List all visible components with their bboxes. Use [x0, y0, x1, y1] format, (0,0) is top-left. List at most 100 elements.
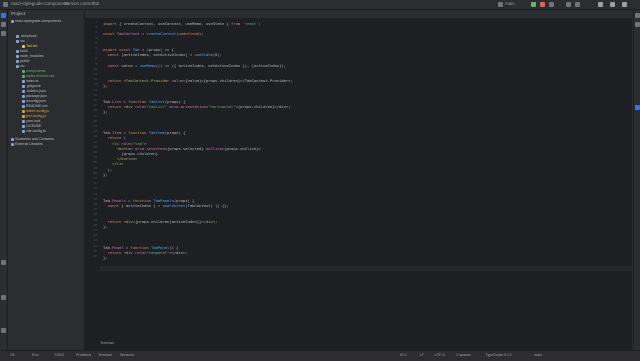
structure-tool-icon[interactable] [1, 31, 6, 36]
tree-item[interactable]: vite.config.ts [22, 129, 46, 134]
status-tool-5[interactable]: Services [120, 353, 134, 357]
file-icon [22, 99, 25, 103]
status-widget-2[interactable]: UTF-8 [434, 353, 444, 357]
status-tool-4[interactable]: Terminal [98, 353, 112, 357]
ai-assistant-icon[interactable] [635, 105, 640, 110]
line-number: 1 [95, 20, 97, 24]
code-line[interactable]: const value = useMemo(() => ({ activeInd… [103, 63, 286, 68]
terminal-tool-icon[interactable] [1, 328, 6, 333]
line-number: 38 [93, 212, 97, 217]
file-icon [16, 64, 19, 68]
file-icon [22, 79, 25, 83]
more-icon[interactable] [549, 2, 554, 7]
status-widget-0[interactable]: 62:1 [400, 353, 407, 357]
line-number: 17 [93, 103, 97, 108]
status-widget-3[interactable]: 2 spaces [456, 353, 470, 357]
code-line[interactable]: }; [103, 109, 108, 114]
line-number: 34 [93, 191, 97, 196]
run-icon[interactable] [531, 2, 536, 7]
file-icon [22, 114, 25, 118]
line-number: 27 [93, 155, 97, 160]
line-number: 41 [93, 228, 97, 232]
close-icon[interactable] [622, 2, 627, 7]
line-number: 14 [93, 87, 97, 92]
code-line[interactable]: const [activeIndex, setActiveIndex] = us… [103, 52, 222, 57]
code-line[interactable]: return <TabContext.Provider value={value… [103, 78, 293, 83]
bookmarks-tool-icon[interactable] [1, 260, 6, 265]
notifications-icon[interactable] [635, 13, 640, 18]
file-icon [16, 59, 19, 63]
line-number: 42 [93, 233, 97, 238]
status-widget-4[interactable]: TypeScript 5.2.2 [486, 353, 512, 357]
code-line[interactable]: }; [103, 83, 108, 88]
maximize-icon[interactable] [610, 2, 615, 7]
code-line[interactable]: return <div role="tabpanel"></div>; [103, 250, 188, 255]
line-number: 16 [93, 98, 97, 102]
search-icon[interactable] [566, 2, 571, 7]
project-tool-icon[interactable] [1, 13, 6, 18]
code-line[interactable]: const { activeIndex } = useContext(TabCo… [103, 203, 229, 208]
status-widget-1[interactable]: LF [420, 353, 424, 357]
file-icon [22, 119, 25, 123]
right-tool-strip [633, 10, 640, 350]
status-bar: Git Run TODO Problems Terminal Services 62:1 LF… [0, 350, 640, 361]
code-content[interactable]: import { createContext, useContext, useM… [103, 19, 623, 350]
vcs-widget[interactable]: Version control [64, 1, 94, 6]
tree-root[interactable]: react-styleguide-components [11, 19, 61, 24]
line-number: 25 [93, 144, 97, 149]
menu-icon[interactable] [3, 2, 8, 7]
status-tool-1[interactable]: Run [32, 353, 39, 357]
npm-tool-icon[interactable] [1, 295, 6, 300]
commit-tool-icon[interactable] [1, 22, 6, 27]
code-line[interactable]: import { createContext, useContext, useM… [103, 21, 261, 26]
file-icon [22, 104, 25, 108]
file-icon [11, 137, 14, 141]
line-number: 39 [93, 217, 97, 222]
line-number: 36 [93, 202, 97, 206]
line-number: 15 [93, 92, 97, 97]
status-tool-0[interactable]: Git [10, 353, 15, 357]
run-config[interactable]: main [505, 1, 515, 6]
line-number: 19 [93, 113, 97, 118]
code-line[interactable]: }; [103, 172, 108, 177]
editor-area[interactable]: 1 2 3 4 5 6 7 8 9 10 11 12 13 14 15 16 17 18 19 20 21 22 23 24 2… [85, 10, 632, 350]
file-icon [22, 94, 25, 98]
line-number: 7 [95, 51, 97, 56]
bottom-tab[interactable]: Terminal [100, 341, 132, 349]
line-number: 40 [93, 222, 97, 227]
line-number: 45 [93, 248, 97, 253]
line-number: 24 [93, 139, 97, 144]
line-number: 26 [93, 150, 97, 154]
file-icon [11, 142, 14, 146]
status-tool-2[interactable]: TODO [54, 353, 64, 357]
line-number: 32 [93, 181, 97, 186]
line-number: 6 [95, 46, 97, 50]
code-line[interactable]: return <div>{props.children[activeIndex]… [103, 219, 218, 224]
database-icon[interactable] [635, 22, 640, 27]
code-line[interactable]: }; [103, 224, 108, 229]
line-number: 28 [93, 160, 97, 165]
line-number: 35 [93, 196, 97, 201]
line-number: 43 [93, 238, 97, 243]
code-line[interactable]: return <div role="tablist" aria-orientat… [103, 104, 291, 109]
project-name[interactable]: react-styleguide-components [11, 1, 69, 6]
tree-item[interactable]: External Libraries [11, 142, 43, 147]
folder-icon [11, 19, 14, 23]
minimize-icon[interactable] [598, 2, 603, 7]
line-number: 10 [93, 66, 97, 71]
run-config-icon[interactable] [498, 2, 503, 7]
project-panel-title[interactable]: Project [11, 11, 25, 16]
file-icon [22, 89, 25, 93]
file-icon [16, 39, 19, 43]
code-line[interactable]: }; [103, 255, 108, 260]
line-number: 46 [93, 254, 97, 258]
status-tool-3[interactable]: Problems [76, 353, 91, 357]
status-widget-5[interactable]: main [534, 353, 542, 357]
file-icon [22, 74, 25, 78]
settings-icon[interactable] [575, 2, 580, 7]
file-icon [22, 69, 25, 73]
file-icon [16, 34, 19, 38]
code-line[interactable]: const TabContext = createContext(undefin… [103, 31, 204, 36]
debug-icon[interactable] [540, 2, 545, 7]
project-panel-header: Project [8, 10, 84, 18]
